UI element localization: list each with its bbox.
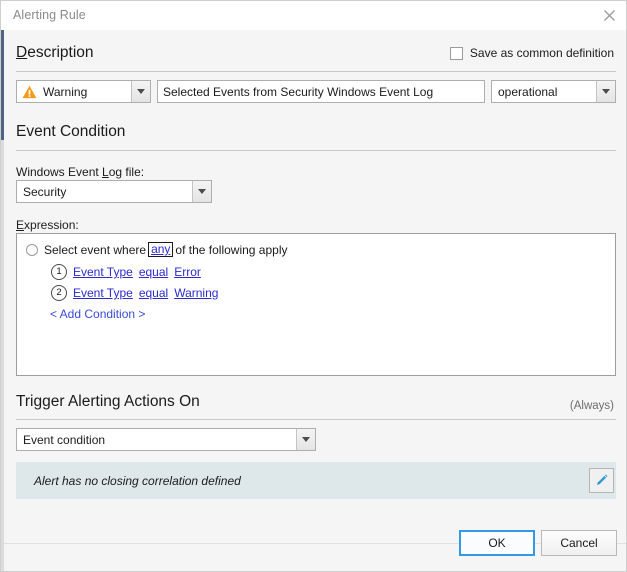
expression-root-radio[interactable] (26, 243, 38, 256)
close-button[interactable] (592, 1, 626, 29)
save-common-definition-label: Save as common definition (469, 46, 614, 60)
trigger-heading: Trigger Alerting Actions On (16, 393, 200, 410)
condition-field-link[interactable]: Event Type (73, 265, 133, 279)
expression-label-accel: E (16, 218, 25, 232)
condition-value-link[interactable]: Warning (174, 286, 218, 300)
alert-status-message: Alert has no closing correlation defined (34, 473, 241, 488)
chevron-down-icon (198, 189, 206, 194)
event-condition-heading: Event Condition (16, 123, 126, 140)
log-file-dropdown[interactable]: Security (16, 180, 212, 203)
save-common-definition-checkbox[interactable]: Save as common definition (449, 46, 614, 60)
add-condition-link[interactable]: < Add Condition > (50, 307, 145, 321)
category-dropdown[interactable]: operational (491, 80, 616, 103)
category-dropdown-arrow[interactable] (596, 81, 615, 102)
edit-correlation-button[interactable] (589, 468, 614, 493)
checkbox-box[interactable] (449, 46, 463, 60)
expression-label-rest: xpression: (24, 218, 79, 232)
condition-value-link[interactable]: Error (174, 265, 201, 279)
chevron-down-icon (602, 89, 610, 94)
expression-box: Select event where any of the following … (16, 233, 616, 376)
dialog-body: Description Save as common definition Wa… (4, 30, 626, 571)
quantifier-link[interactable]: any (148, 242, 174, 257)
trigger-mode-value: Event condition (23, 432, 106, 447)
description-heading-accel: D (16, 44, 28, 61)
window-title: Alerting Rule (13, 8, 86, 22)
category-value: operational (498, 84, 558, 99)
chevron-down-icon (137, 89, 145, 94)
log-file-label: Windows Event Log file: (16, 165, 144, 179)
expression-suffix: of the following apply (175, 242, 288, 257)
trigger-mode-dropdown[interactable]: Event condition (16, 428, 316, 451)
chevron-down-icon (302, 437, 310, 442)
condition-number: 1 (51, 264, 67, 280)
expression-label: Expression: (16, 218, 79, 232)
event-condition-divider (16, 150, 616, 151)
ok-button[interactable]: OK (459, 530, 535, 556)
warning-triangle-icon (22, 85, 37, 98)
rule-name-input[interactable] (157, 80, 485, 103)
condition-field-link[interactable]: Event Type (73, 286, 133, 300)
close-icon (603, 9, 615, 21)
log-file-label-pre: Windows Event (16, 165, 103, 179)
alerting-rule-dialog: Alerting Rule Description Save as common… (0, 0, 627, 572)
log-file-value: Security (23, 184, 67, 199)
pencil-icon (597, 474, 608, 485)
severity-dropdown-arrow[interactable] (131, 81, 150, 102)
expression-prefix: Select event where (44, 242, 147, 257)
log-file-label-accel: L (102, 165, 109, 179)
log-file-label-post: og file: (108, 165, 145, 179)
cancel-button[interactable]: Cancel (541, 530, 617, 556)
trigger-mode-dropdown-arrow[interactable] (296, 429, 315, 450)
log-file-dropdown-arrow[interactable] (192, 181, 211, 202)
severity-value: Warning (43, 84, 88, 99)
condition-number: 2 (51, 285, 67, 301)
alert-status-banner: Alert has no closing correlation defined (16, 462, 616, 499)
expression-root-row: Select event where any of the following … (26, 242, 288, 257)
condition-operator-link[interactable]: equal (139, 265, 168, 279)
severity-dropdown[interactable]: Warning (16, 80, 151, 103)
trigger-divider (16, 419, 616, 420)
description-heading: Description (16, 44, 94, 62)
condition-row-1: 1 Event Type equal Error (51, 264, 201, 280)
trigger-always-note: (Always) (569, 400, 614, 412)
condition-row-2: 2 Event Type equal Warning (51, 285, 218, 301)
description-divider (16, 71, 616, 72)
title-bar: Alerting Rule (1, 1, 626, 31)
condition-operator-link[interactable]: equal (139, 286, 168, 300)
description-heading-rest: escription (27, 44, 94, 61)
